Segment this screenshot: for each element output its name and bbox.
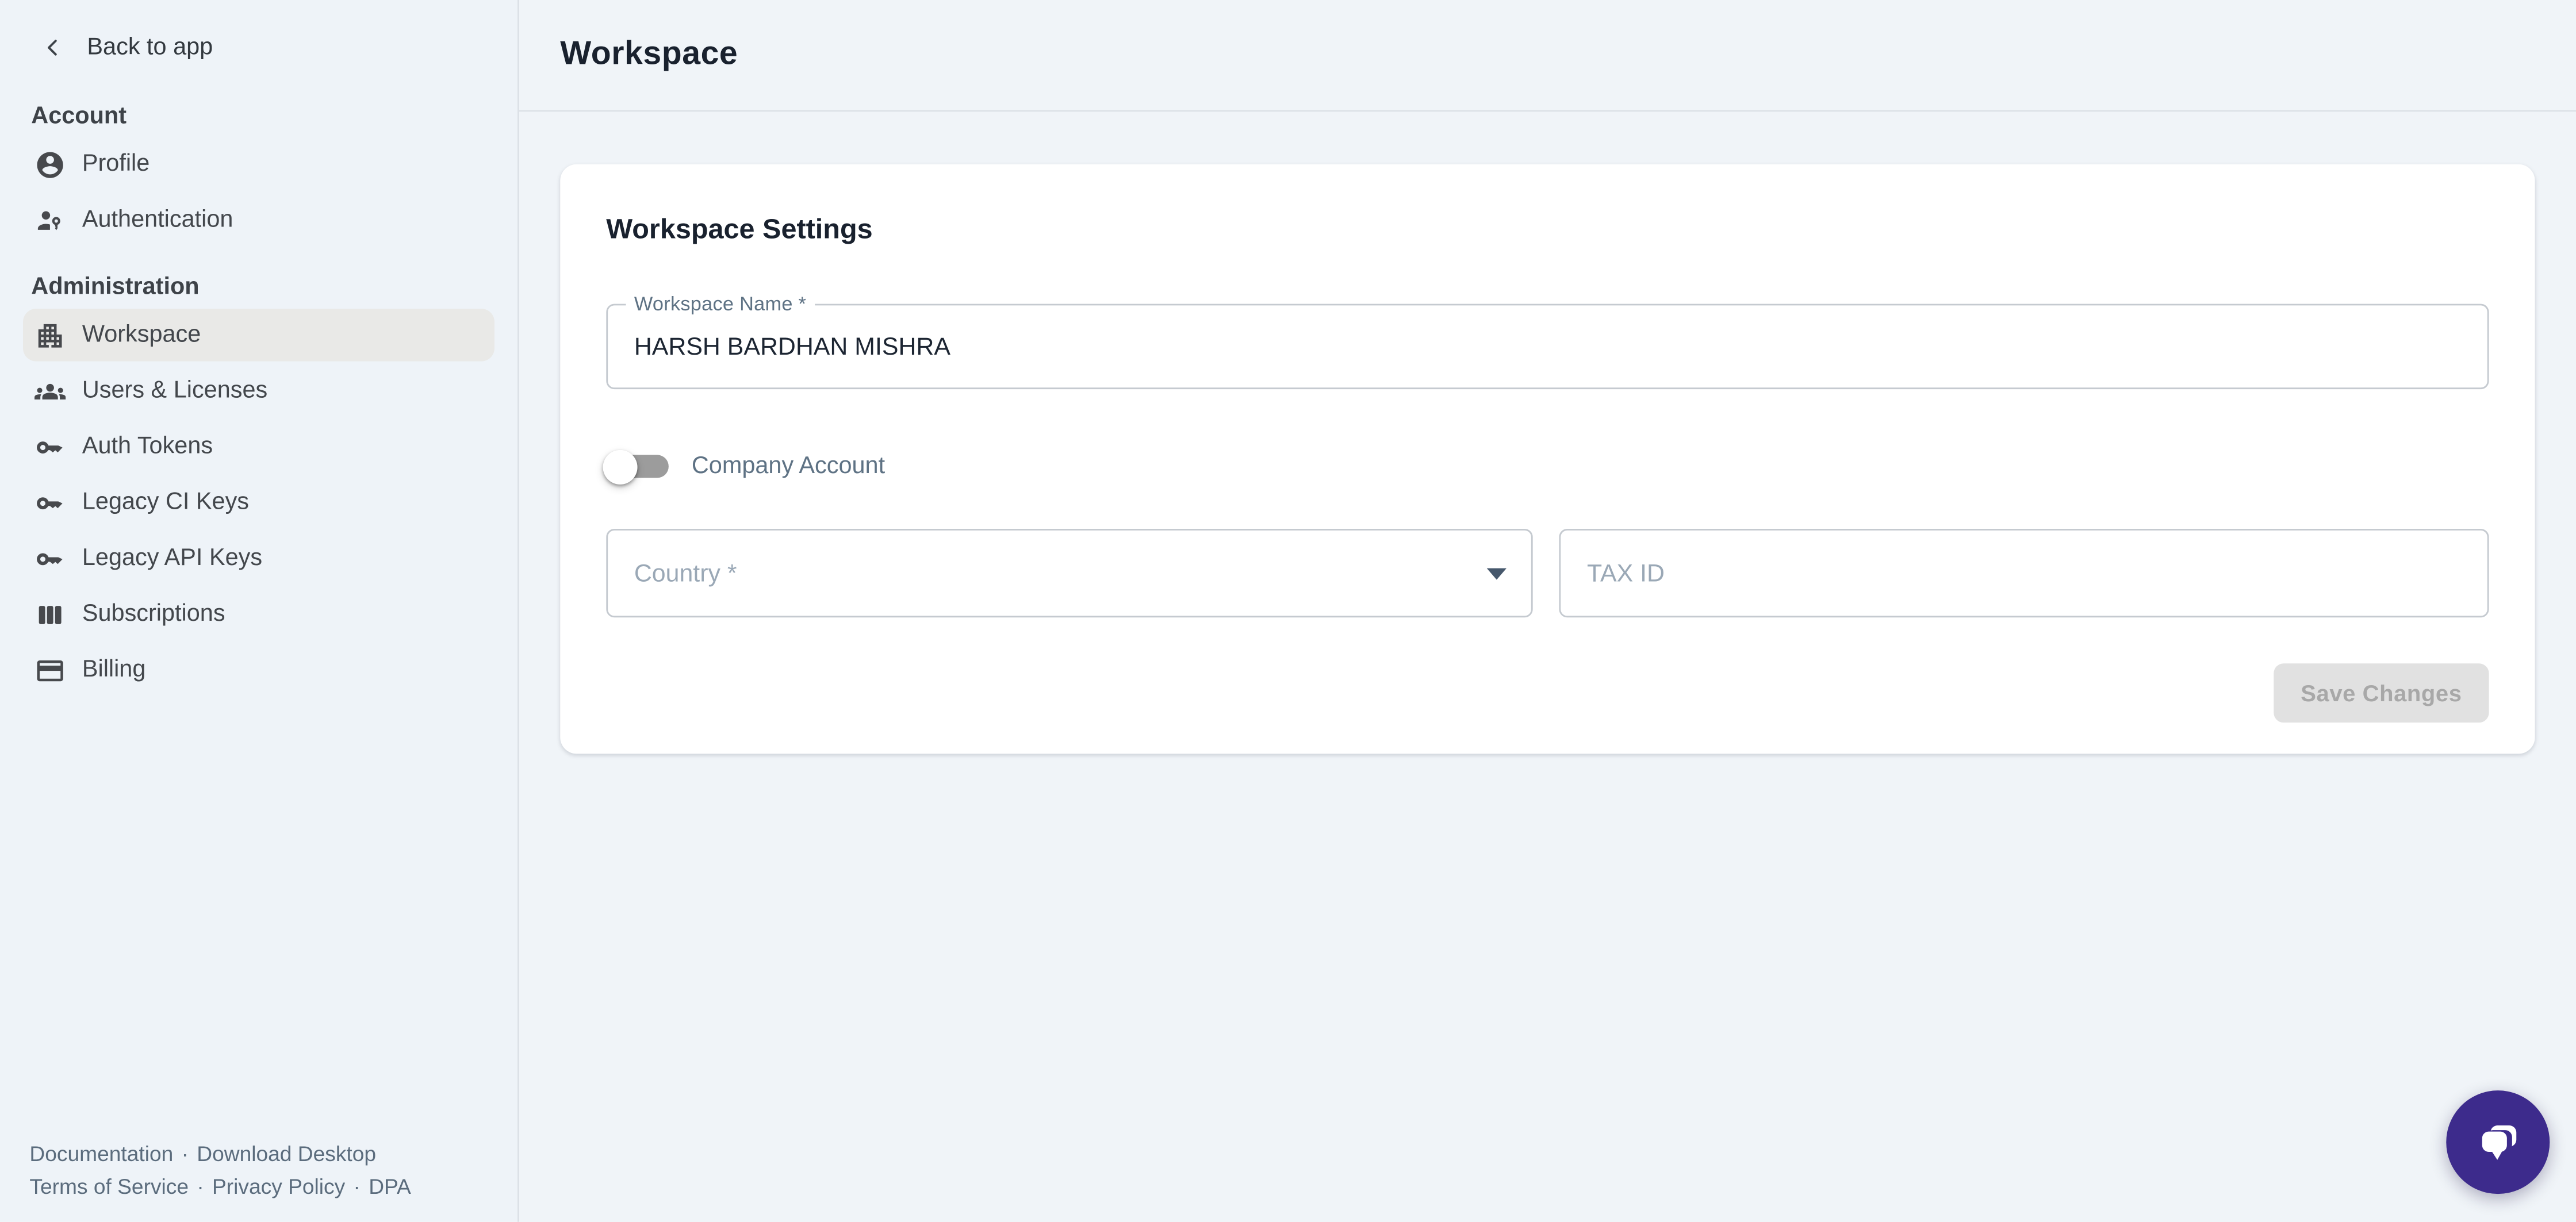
page-title: Workspace bbox=[560, 36, 738, 74]
back-to-app-label: Back to app bbox=[87, 34, 213, 61]
sidebar-item-label: Billing bbox=[82, 657, 146, 683]
save-changes-button[interactable]: Save Changes bbox=[2274, 663, 2489, 723]
country-select[interactable]: Country * bbox=[606, 529, 1532, 617]
account-nav: Profile Authentication bbox=[23, 138, 494, 247]
workspace-name-field: Workspace Name * bbox=[606, 304, 2489, 390]
sidebar-footer: Documentation · Download Desktop Terms of … bbox=[29, 1139, 411, 1202]
footer-separator: · bbox=[197, 1174, 204, 1198]
dpa-link[interactable]: DPA bbox=[369, 1174, 411, 1198]
tax-id-input[interactable] bbox=[1561, 531, 2487, 616]
sidebar-item-authentication[interactable]: Authentication bbox=[23, 194, 494, 246]
workspace-name-label: Workspace Name * bbox=[626, 293, 815, 316]
section-title-administration: Administration bbox=[31, 270, 518, 306]
company-account-toggle[interactable] bbox=[604, 448, 677, 485]
sidebar-item-auth-tokens[interactable]: Auth Tokens bbox=[23, 420, 494, 472]
columns-icon bbox=[34, 598, 66, 629]
chat-widget-button[interactable] bbox=[2446, 1090, 2550, 1194]
chat-bubbles-icon bbox=[2468, 1113, 2528, 1172]
sidebar-item-billing[interactable]: Billing bbox=[23, 644, 494, 696]
key-icon bbox=[34, 487, 66, 518]
groups-icon bbox=[34, 375, 66, 406]
content-area: Workspace Settings Workspace Name * Comp… bbox=[519, 112, 2576, 754]
sidebar-item-legacy-ci-keys[interactable]: Legacy CI Keys bbox=[23, 476, 494, 529]
key-icon bbox=[34, 431, 66, 462]
download-desktop-link[interactable]: Download Desktop bbox=[197, 1142, 376, 1166]
account-circle-icon bbox=[34, 149, 66, 180]
sidebar-item-label: Profile bbox=[82, 151, 150, 178]
sidebar-item-label: Legacy API Keys bbox=[82, 545, 262, 572]
footer-row-1: Documentation · Download Desktop bbox=[29, 1139, 411, 1171]
back-to-app-button[interactable]: Back to app bbox=[0, 0, 518, 95]
main-area: Workspace Workspace Settings Workspace N… bbox=[519, 0, 2576, 1222]
credit-card-icon bbox=[34, 655, 66, 686]
documentation-link[interactable]: Documentation bbox=[29, 1142, 173, 1166]
privacy-policy-link[interactable]: Privacy Policy bbox=[212, 1174, 345, 1198]
card-actions: Save Changes bbox=[606, 663, 2489, 723]
sidebar-item-label: Authentication bbox=[82, 207, 233, 233]
section-title-account: Account bbox=[31, 98, 518, 135]
sidebar-item-label: Workspace bbox=[82, 322, 201, 348]
country-tax-row: Country * bbox=[606, 529, 2489, 617]
sidebar-item-label: Users & Licenses bbox=[82, 378, 267, 404]
sidebar-item-label: Subscriptions bbox=[82, 601, 225, 628]
workspace-settings-card: Workspace Settings Workspace Name * Comp… bbox=[560, 164, 2535, 754]
sidebar: Back to app Account Profile Authenticati… bbox=[0, 0, 519, 1222]
person-key-icon bbox=[34, 205, 66, 236]
footer-separator: · bbox=[354, 1174, 361, 1198]
administration-nav: Workspace Users & Licenses Auth Tokens L… bbox=[23, 309, 494, 696]
toggle-thumb bbox=[603, 449, 638, 483]
chevron-left-icon bbox=[38, 33, 67, 62]
dropdown-arrow-icon bbox=[1487, 568, 1506, 580]
country-select-label: Country * bbox=[634, 559, 737, 587]
workspace-name-input[interactable] bbox=[608, 305, 2487, 387]
footer-row-2: Terms of Service · Privacy Policy · DPA bbox=[29, 1170, 411, 1202]
company-account-row: Company Account bbox=[606, 443, 2489, 489]
sidebar-item-label: Auth Tokens bbox=[82, 433, 213, 460]
company-account-label: Company Account bbox=[692, 454, 885, 480]
sidebar-item-label: Legacy CI Keys bbox=[82, 489, 249, 516]
sidebar-item-users-licenses[interactable]: Users & Licenses bbox=[23, 364, 494, 417]
building-icon bbox=[34, 320, 66, 351]
key-icon bbox=[34, 543, 66, 574]
card-title: Workspace Settings bbox=[606, 213, 2489, 246]
sidebar-item-legacy-api-keys[interactable]: Legacy API Keys bbox=[23, 532, 494, 585]
terms-of-service-link[interactable]: Terms of Service bbox=[29, 1174, 189, 1198]
app-root: Back to app Account Profile Authenticati… bbox=[0, 0, 2576, 1222]
tax-id-field bbox=[1559, 529, 2489, 617]
sidebar-item-workspace[interactable]: Workspace bbox=[23, 309, 494, 361]
page-header: Workspace bbox=[519, 0, 2576, 112]
footer-separator: · bbox=[182, 1142, 189, 1166]
sidebar-item-profile[interactable]: Profile bbox=[23, 138, 494, 190]
sidebar-item-subscriptions[interactable]: Subscriptions bbox=[23, 588, 494, 640]
